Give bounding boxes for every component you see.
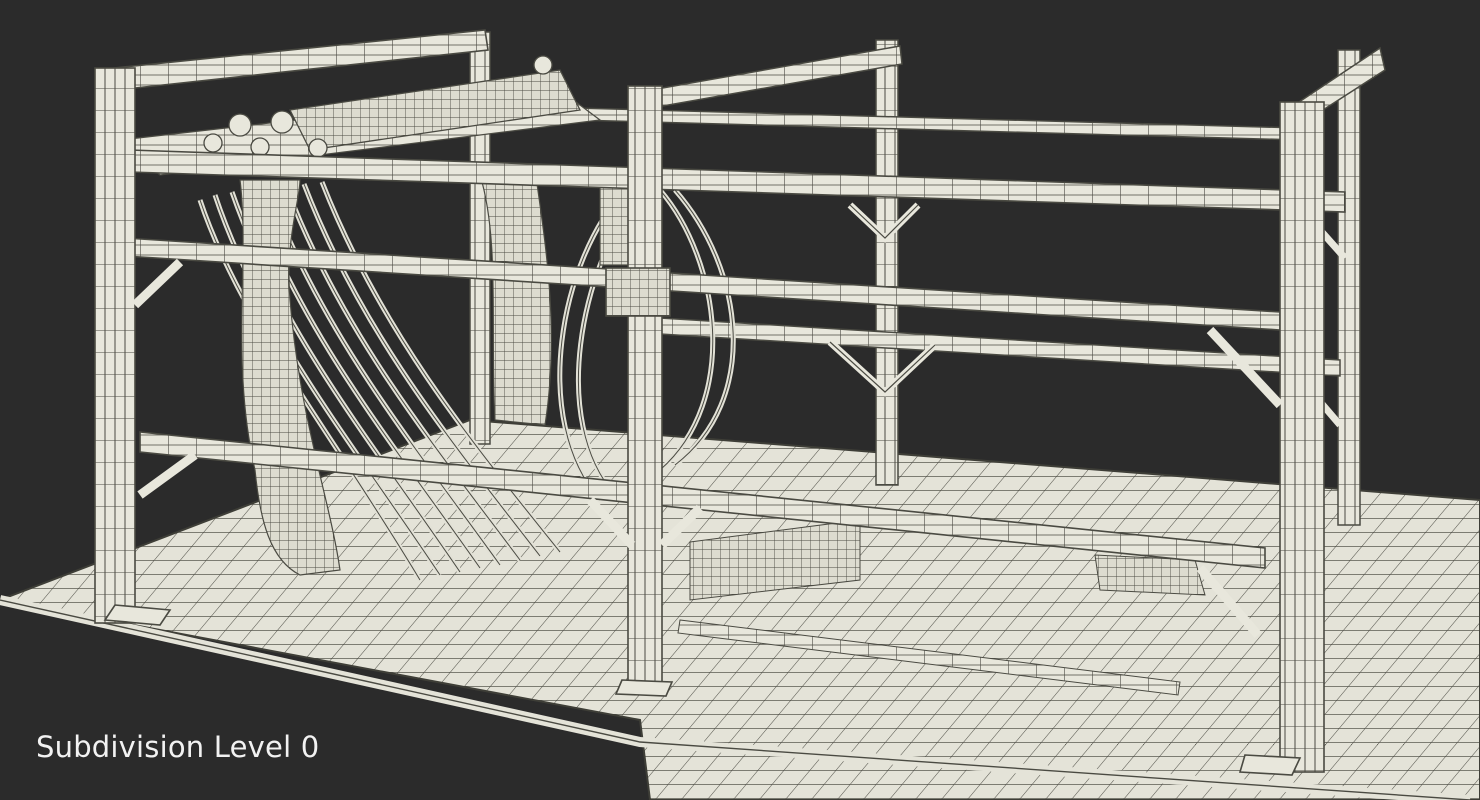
render-viewport: Subdivision Level 0 — [0, 0, 1480, 800]
subdivision-level-caption: Subdivision Level 0 — [36, 730, 320, 764]
wireframe-gantry-model — [0, 29, 1480, 800]
